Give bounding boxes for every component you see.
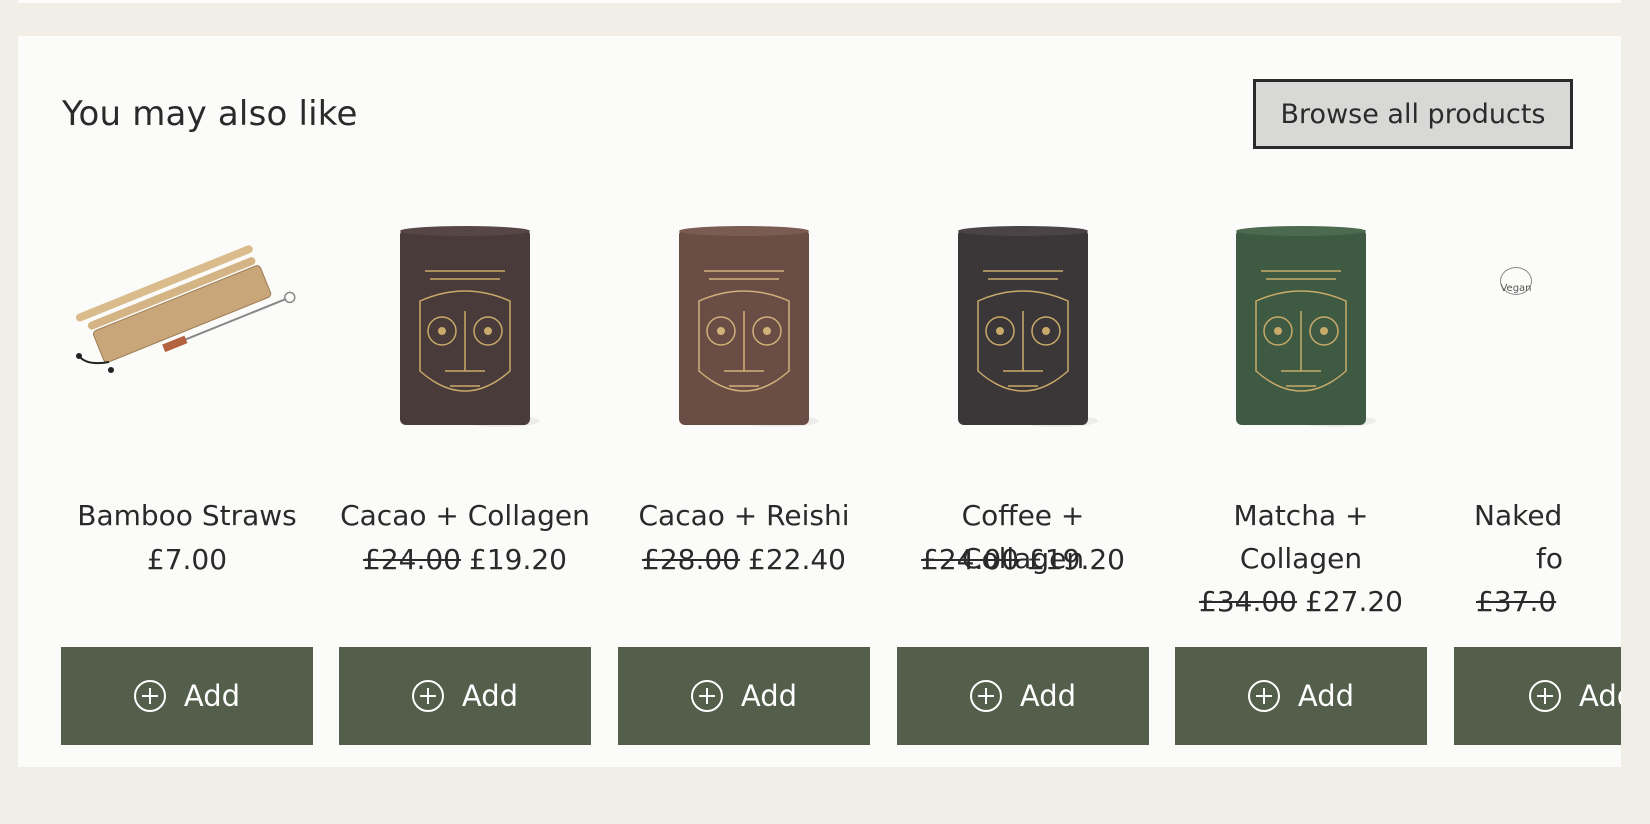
current-price: £22.40	[748, 543, 846, 576]
product-card: Cacao + Reishi £28.00 £22.40 Add	[618, 206, 870, 746]
product-image-coffee-collagen[interactable]	[897, 206, 1149, 446]
plus-circle-icon	[690, 680, 723, 712]
product-price: £34.00 £27.20	[1175, 582, 1427, 622]
plus-circle-icon	[133, 680, 166, 712]
current-price: £19.20	[469, 543, 567, 576]
recommendations-section: You may also like Browse all products Ba…	[18, 36, 1621, 767]
plus-circle-icon	[411, 680, 444, 712]
product-image-cacao-collagen[interactable]	[339, 206, 591, 446]
original-price: £37.0	[1476, 585, 1557, 618]
product-price: £28.00 £22.40	[618, 540, 870, 580]
add-label: Add	[1579, 679, 1621, 713]
product-name[interactable]: Cacao + Collagen	[339, 494, 591, 537]
add-to-cart-button[interactable]: Add	[897, 647, 1149, 745]
product-card: Cacao + Collagen £24.00 £19.20 Add	[339, 206, 591, 746]
product-name-line: fo	[1536, 542, 1563, 575]
product-card: Vegan Naked fo £37.0 Add	[1454, 206, 1621, 746]
product-price: £24.00 £19.20	[897, 540, 1149, 580]
plus-circle-icon	[969, 680, 1002, 712]
current-price: £7.00	[146, 543, 228, 576]
browse-all-products-button[interactable]: Browse all products	[1253, 79, 1573, 149]
product-card: Matcha + Collagen £34.00 £27.20 Add	[1175, 206, 1427, 746]
product-image-partial[interactable]: Vegan	[1454, 206, 1621, 446]
add-to-cart-button[interactable]: Add	[1454, 647, 1621, 745]
plus-circle-icon	[1247, 680, 1280, 712]
product-card: Bamboo Straws £7.00 Add	[61, 206, 313, 746]
product-name-line: Matcha +	[1233, 499, 1369, 532]
add-label: Add	[740, 679, 798, 713]
product-image-matcha-collagen[interactable]	[1175, 206, 1427, 446]
original-price: £28.00	[642, 543, 740, 576]
vegan-badge-icon: Vegan	[1500, 267, 1532, 295]
add-label: Add	[1297, 679, 1355, 713]
product-image-bamboo-straws[interactable]	[61, 206, 313, 446]
add-to-cart-button[interactable]: Add	[1175, 647, 1427, 745]
add-to-cart-button[interactable]: Add	[618, 647, 870, 745]
product-name-line: Naked	[1474, 499, 1563, 532]
add-label: Add	[461, 679, 519, 713]
product-image-cacao-reishi[interactable]	[618, 206, 870, 446]
original-price: £24.00	[921, 543, 1019, 576]
original-price: £24.00	[363, 543, 461, 576]
plus-circle-icon	[1529, 680, 1561, 712]
add-label: Add	[183, 679, 241, 713]
add-to-cart-button[interactable]: Add	[339, 647, 591, 745]
product-carousel[interactable]: Bamboo Straws £7.00 Add Cacao + Collagen…	[61, 206, 1621, 746]
add-to-cart-button[interactable]: Add	[61, 647, 313, 745]
product-name[interactable]: Cacao + Reishi	[618, 494, 870, 537]
product-name-line: Collagen	[1239, 542, 1363, 575]
product-name[interactable]: Bamboo Straws	[61, 494, 313, 537]
previous-section-edge	[18, 0, 1621, 3]
product-price: £7.00	[61, 540, 313, 580]
section-title: You may also like	[62, 94, 358, 134]
original-price: £34.00	[1199, 585, 1297, 618]
product-price: £37.0	[1476, 582, 1621, 622]
product-name[interactable]: Naked fo	[1474, 494, 1621, 580]
current-price: £27.20	[1305, 585, 1403, 618]
product-name[interactable]: Matcha + Collagen	[1175, 494, 1427, 580]
add-label: Add	[1019, 679, 1077, 713]
product-card: Coffee + Collagen £24.00 £19.20 Add	[897, 206, 1149, 746]
current-price: £19.20	[1027, 543, 1125, 576]
product-price: £24.00 £19.20	[339, 540, 591, 580]
